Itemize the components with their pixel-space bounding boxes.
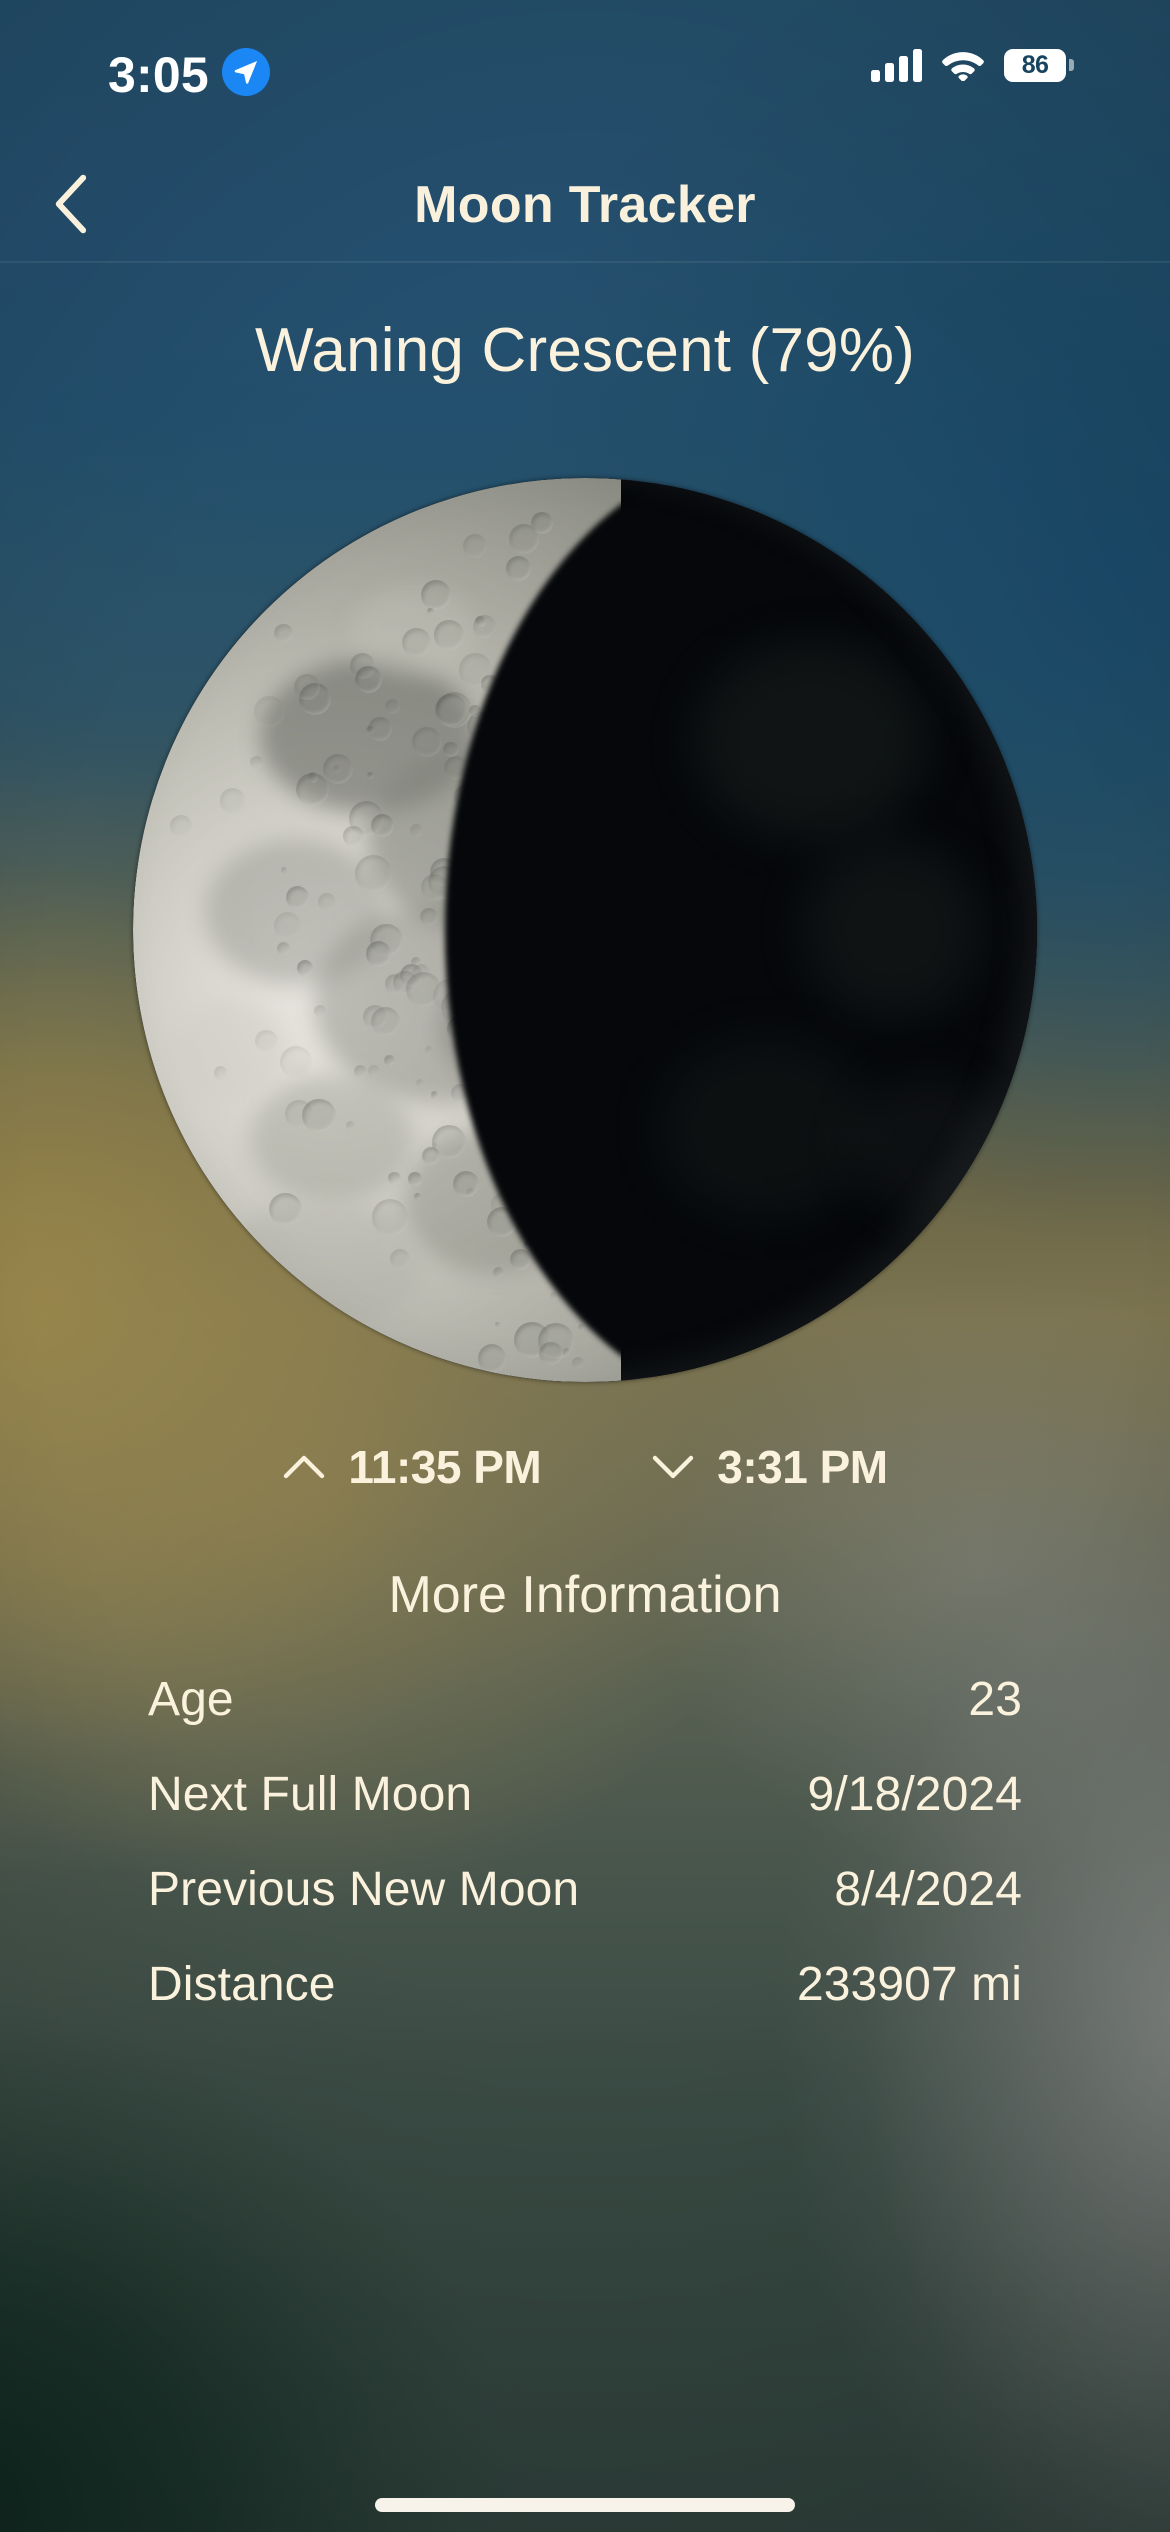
info-row-distance: Distance 233907 mi — [148, 1957, 1022, 2052]
moonrise-moonset-row: 11:35 PM 3:31 PM — [0, 1440, 1170, 1494]
cellular-signal-icon — [871, 48, 922, 82]
battery-tip — [1069, 59, 1074, 71]
moonset-time: 3:31 PM — [717, 1441, 888, 1493]
more-information-list: Age 23 Next Full Moon 9/18/2024 Previous… — [0, 1672, 1170, 2052]
info-label: Previous New Moon — [148, 1863, 580, 1916]
info-value: 9/18/2024 — [807, 1768, 1022, 1821]
status-bar: 3:05 86 — [0, 0, 1170, 148]
info-row-next-full-moon: Next Full Moon 9/18/2024 — [148, 1767, 1022, 1862]
moon-phase-title: Waning Crescent (79%) — [254, 316, 916, 385]
wifi-icon — [942, 49, 984, 81]
more-information-heading: More Information — [388, 1566, 782, 1624]
navigation-bar: Moon Tracker — [0, 148, 1170, 262]
battery-icon: 86 — [1004, 48, 1074, 82]
home-indicator[interactable] — [375, 2498, 795, 2512]
info-label: Next Full Moon — [148, 1768, 473, 1821]
status-bar-indicators: 86 — [871, 48, 1074, 82]
moonrise-item[interactable]: 11:35 PM — [282, 1440, 542, 1494]
info-row-age: Age 23 — [148, 1672, 1022, 1767]
info-value: 233907 mi — [796, 1958, 1022, 2011]
moon-tracker-screen: 3:05 86 Moon Tracker Waning Crescent (79… — [0, 0, 1170, 2532]
moon-edge — [133, 478, 1037, 1382]
moon-image — [133, 478, 1037, 1382]
moonrise-time: 11:35 PM — [348, 1441, 542, 1493]
chevron-down-icon — [651, 1452, 695, 1482]
info-label: Age — [148, 1673, 234, 1726]
status-bar-time: 3:05 — [108, 47, 209, 103]
info-row-previous-new-moon: Previous New Moon 8/4/2024 — [148, 1862, 1022, 1957]
battery-percentage: 86 — [1021, 50, 1049, 79]
location-arrow-icon — [222, 48, 270, 96]
info-value: 23 — [968, 1673, 1022, 1726]
page-title: Moon Tracker — [414, 176, 756, 234]
info-value: 8/4/2024 — [834, 1863, 1022, 1916]
info-label: Distance — [148, 1958, 336, 2011]
chevron-up-icon — [282, 1452, 326, 1482]
moonset-item[interactable]: 3:31 PM — [651, 1440, 888, 1494]
